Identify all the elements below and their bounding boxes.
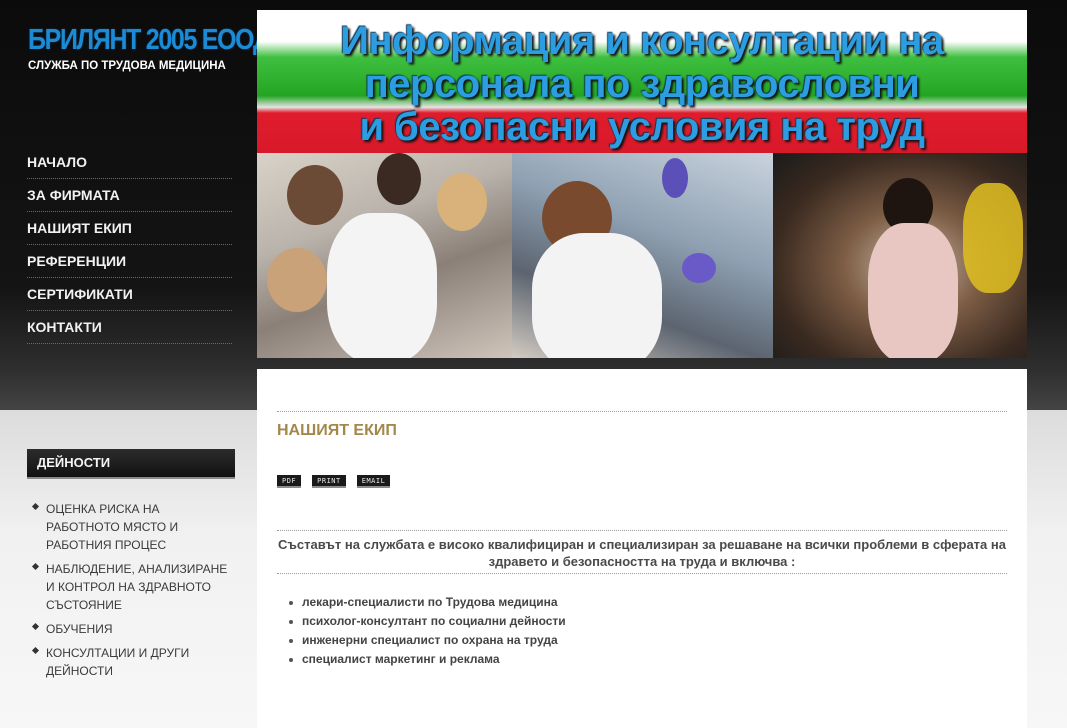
header-banner: Информация и консултации на персонала по… [257, 10, 1027, 358]
list-item: инженерни специалист по охрана на труда [285, 631, 566, 650]
banner-line-2: персонала по здравословни [364, 62, 920, 106]
photo-figure [963, 183, 1023, 293]
photo-figure [327, 213, 437, 358]
sidebar-link-consultations[interactable]: КОНСУЛТАЦИИ И ДРУГИ ДЕЙНОСТИ [46, 646, 189, 678]
banner-line-3: и безопасни условия на труд [359, 105, 925, 149]
main-nav: НАЧАЛО ЗА ФИРМАТА НАШИЯТ ЕКИП РЕФЕРЕНЦИИ… [27, 146, 232, 344]
photo-figure [287, 165, 343, 225]
sidebar-link-trainings[interactable]: ОБУЧЕНИЯ [46, 622, 113, 636]
team-list: лекари-специалисти по Трудова медицина п… [285, 593, 566, 669]
diamond-bullet-icon [31, 622, 40, 631]
nav-item-contacts[interactable]: КОНТАКТИ [27, 311, 232, 344]
sidebar-item: ОБУЧЕНИЯ [28, 620, 233, 638]
logo-title: БРИЛЯНТ 2005 ЕООД [28, 24, 271, 56]
banner-line-1: Информация и консултации на [340, 19, 944, 63]
nav-item-about[interactable]: ЗА ФИРМАТА [27, 179, 232, 212]
nav-item-home[interactable]: НАЧАЛО [27, 146, 232, 179]
sidebar-link-health-monitoring[interactable]: НАБЛЮДЕНИЕ, АНАЛИЗИРАНЕ И КОНТРОЛ НА ЗДР… [46, 562, 227, 612]
nav-item-team[interactable]: НАШИЯТ ЕКИП [27, 212, 232, 245]
list-item: психолог-консултант по социални дейности [285, 612, 566, 631]
photo-figure [868, 223, 958, 358]
banner-photo-street [773, 153, 1027, 358]
sidebar-link-risk-assessment[interactable]: ОЦЕНКА РИСКА НА РАБОТНОТО МЯСТО И РАБОТН… [46, 502, 178, 552]
banner-heading: Информация и консултации на персонала по… [257, 20, 1027, 149]
photo-figure [267, 248, 327, 312]
photo-figure [682, 253, 716, 283]
sidebar-heading: ДЕЙНОСТИ [27, 449, 235, 479]
banner-photo-doctors [257, 153, 512, 358]
diamond-bullet-icon [31, 646, 40, 655]
email-icon[interactable]: EMAIL [356, 475, 391, 488]
list-item: лекари-специалисти по Трудова медицина [285, 593, 566, 612]
divider [277, 411, 1007, 412]
nav-item-references[interactable]: РЕФЕРЕНЦИИ [27, 245, 232, 278]
logo-subtitle: СЛУЖБА ПО ТРУДОВА МЕДИЦИНА [28, 60, 226, 72]
divider [277, 530, 1007, 531]
list-item: специалист маркетинг и реклама [285, 650, 566, 669]
sidebar-item: НАБЛЮДЕНИЕ, АНАЛИЗИРАНЕ И КОНТРОЛ НА ЗДР… [28, 560, 233, 614]
print-icon[interactable]: PRINT [312, 475, 346, 488]
divider [277, 573, 1007, 574]
pdf-icon[interactable]: PDF [277, 475, 302, 488]
sidebar-activities-list: ОЦЕНКА РИСКА НА РАБОТНОТО МЯСТО И РАБОТН… [28, 500, 233, 686]
page-title: НАШИЯТ ЕКИП [277, 422, 397, 439]
main-content: НАШИЯТ ЕКИП PDF PRINT EMAIL Съставът на … [257, 369, 1027, 728]
photo-figure [532, 233, 662, 358]
site-logo[interactable]: БРИЛЯНТ 2005 ЕООД СЛУЖБА ПО ТРУДОВА МЕДИ… [28, 22, 271, 72]
sidebar-item: ОЦЕНКА РИСКА НА РАБОТНОТО МЯСТО И РАБОТН… [28, 500, 233, 554]
sidebar-item: КОНСУЛТАЦИИ И ДРУГИ ДЕЙНОСТИ [28, 644, 233, 680]
article-tools: PDF PRINT EMAIL [277, 475, 391, 488]
photo-figure [377, 153, 421, 205]
banner-photo-lab [512, 153, 773, 358]
photo-figure [662, 158, 688, 198]
diamond-bullet-icon [31, 562, 40, 571]
nav-item-certificates[interactable]: СЕРТИФИКАТИ [27, 278, 232, 311]
photo-figure [437, 173, 487, 231]
diamond-bullet-icon [31, 502, 40, 511]
intro-text: Съставът на службата е високо квалифицир… [278, 537, 1006, 569]
